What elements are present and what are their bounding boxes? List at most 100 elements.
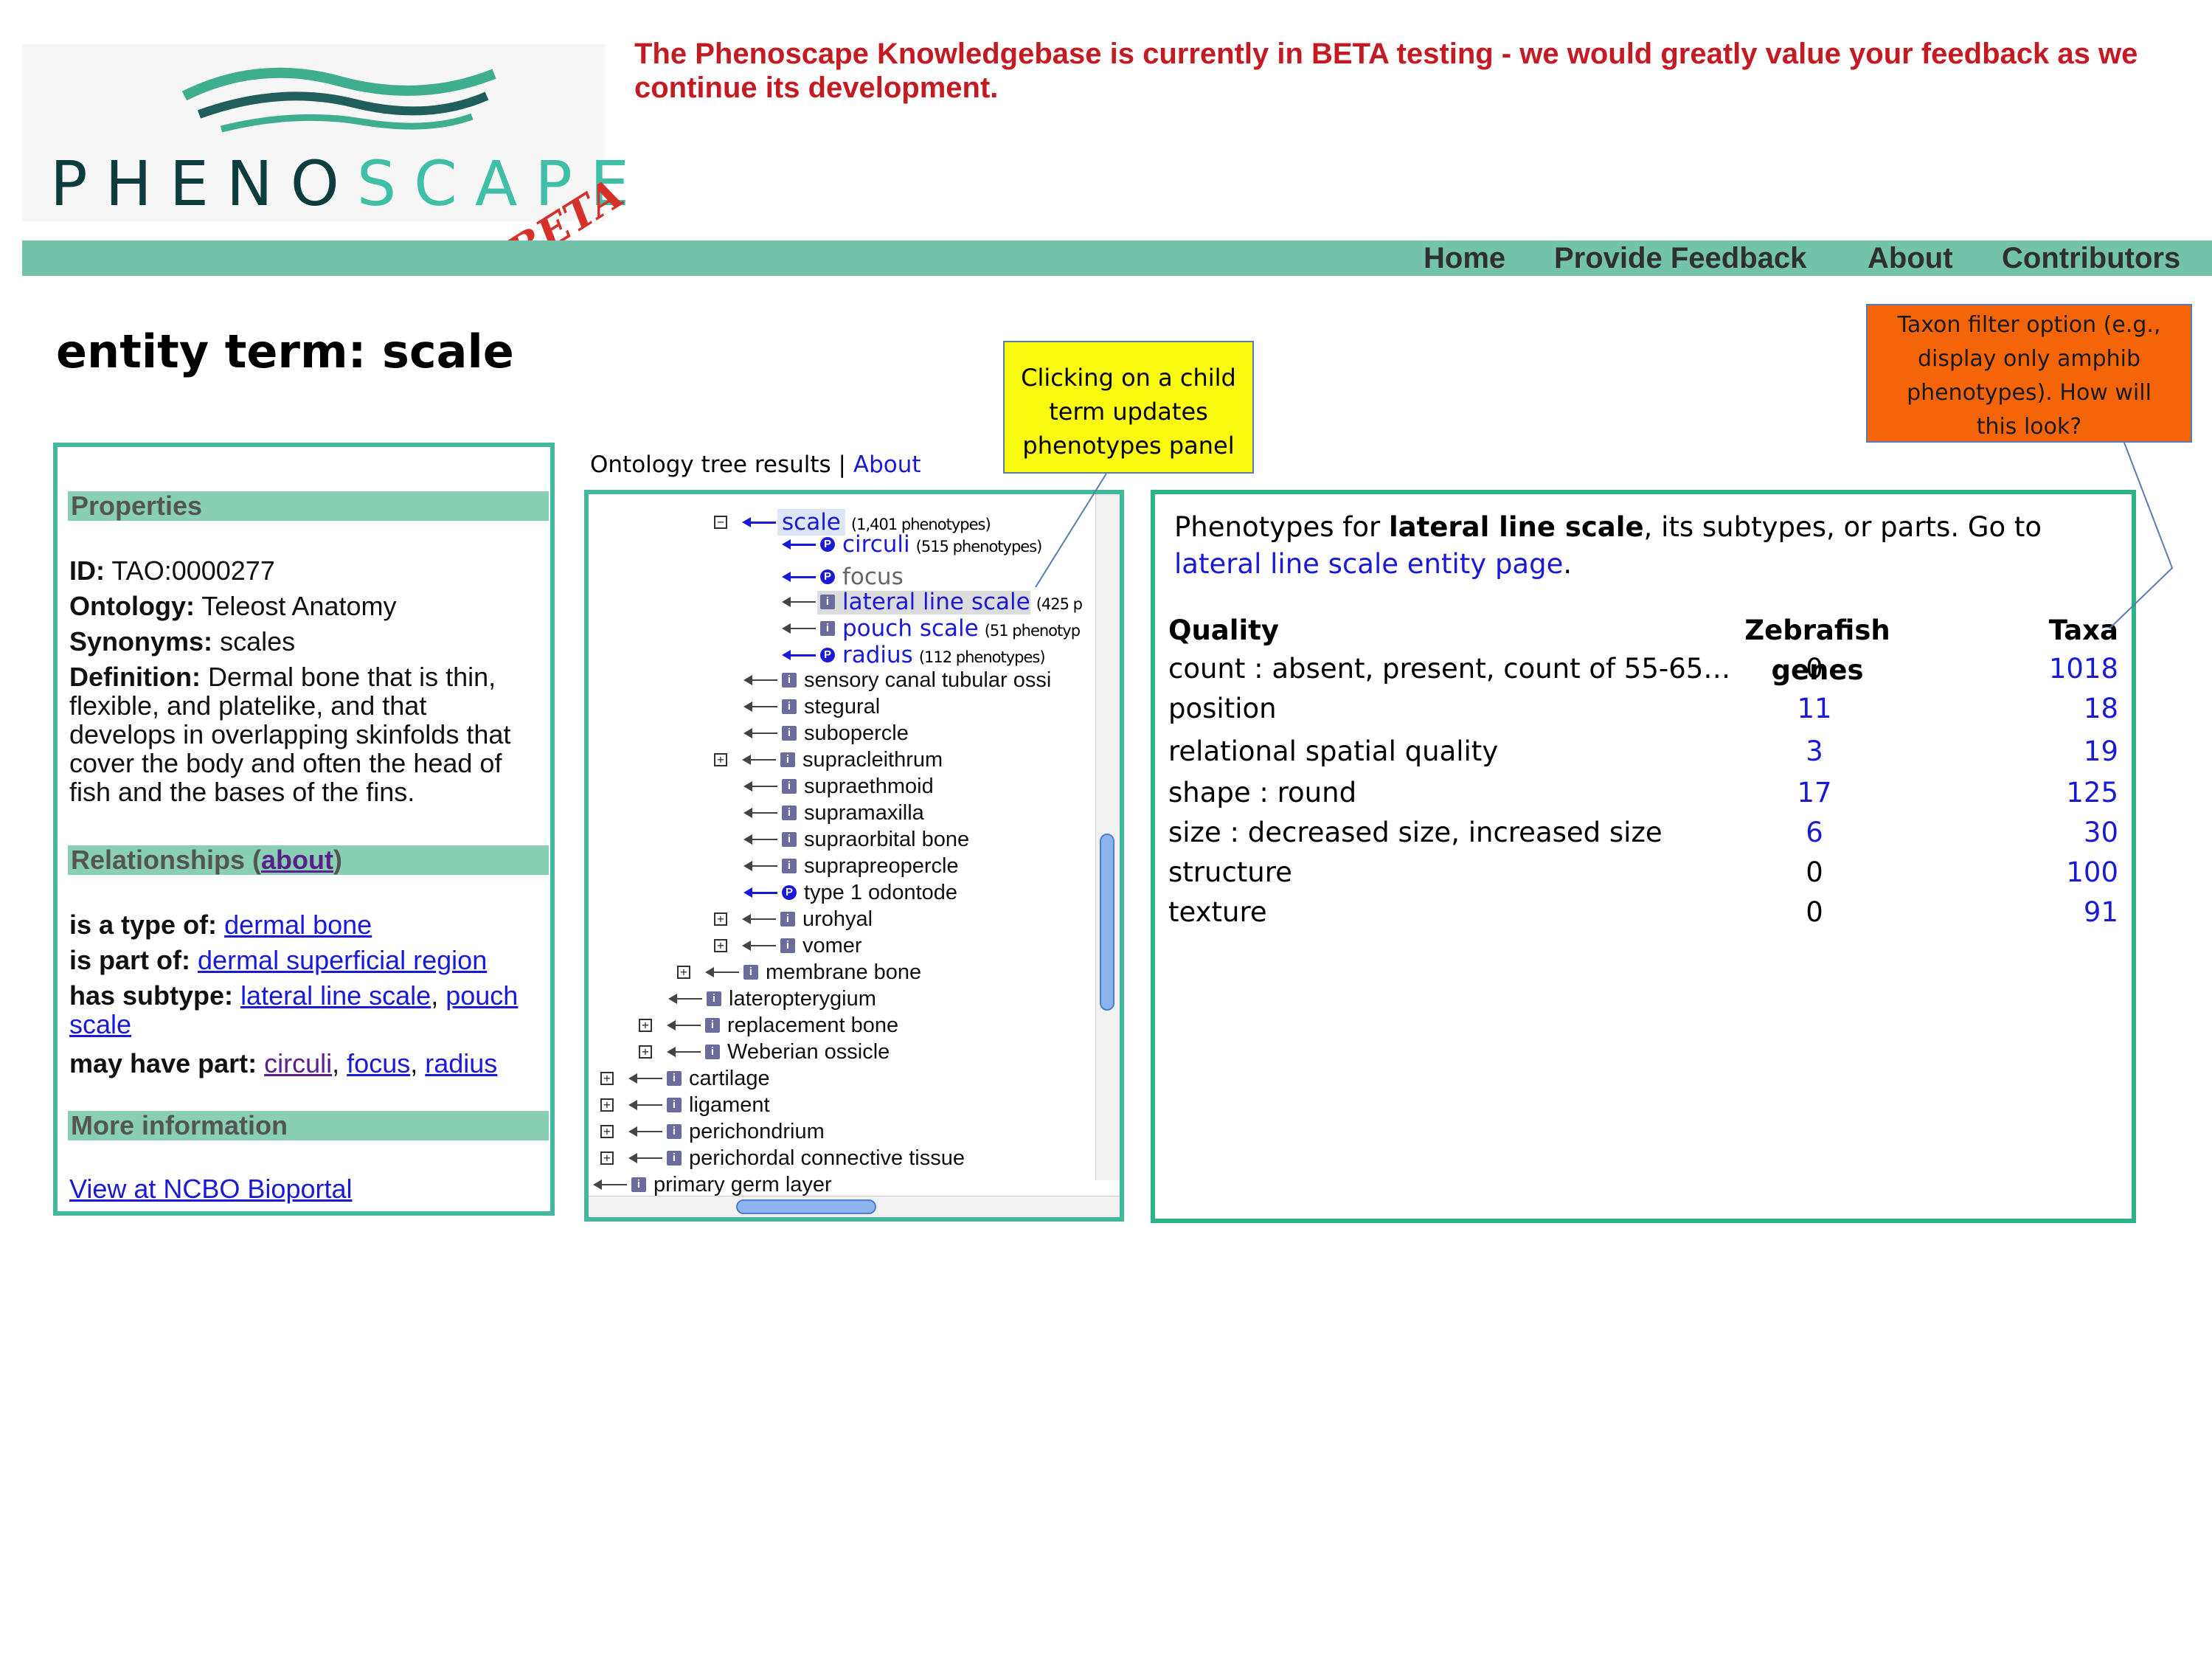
tree-node-vomer[interactable]: + i vomer: [714, 932, 862, 959]
taxa-link[interactable]: 100: [1906, 853, 2127, 893]
tree-node-lateral-line-scale[interactable]: i lateral line scale (425 p: [782, 589, 1083, 615]
tree-node-supraethmoid[interactable]: i supraethmoid: [743, 773, 934, 800]
radius-link[interactable]: radius: [425, 1048, 497, 1078]
tree-node-perichordal-connective-tissue[interactable]: + i perichordal connective tissue: [600, 1145, 965, 1171]
callout-taxon-filter: Taxon filter option (e.g., display only a…: [1866, 304, 2192, 443]
tree-node-supracleithrum[interactable]: + i supracleithrum: [714, 747, 943, 773]
tree-node-perichondrium[interactable]: + i perichondrium: [600, 1118, 825, 1145]
dermal-bone-link[interactable]: dermal bone: [224, 910, 372, 940]
table-row: structure 0 100: [1168, 853, 2127, 893]
lateral-line-scale-link[interactable]: lateral line scale: [240, 980, 431, 1011]
has-subtype-row: has subtype: lateral line scale, pouch sc…: [69, 980, 519, 1039]
collapse-icon[interactable]: −: [714, 516, 727, 529]
synonyms-row: Synonyms: scales: [69, 626, 296, 657]
tree-node-membrane-bone[interactable]: + i membrane bone: [677, 959, 921, 986]
tree-node-replacement-bone[interactable]: + i replacement bone: [639, 1012, 898, 1039]
table-row: relational spatial quality 3 19: [1168, 732, 2127, 772]
logo-banner: PHENOSCAPE BETA: [22, 44, 631, 278]
expand-icon[interactable]: +: [600, 1072, 614, 1085]
col-taxa: Taxa: [2048, 614, 2118, 646]
taxa-link[interactable]: 19: [1906, 732, 2127, 772]
tree-vertical-scrollbar[interactable]: [1095, 494, 1120, 1180]
expand-icon[interactable]: +: [600, 1151, 614, 1165]
genes-link[interactable]: 6: [1748, 813, 1881, 853]
table-row: position 11 18: [1168, 689, 2127, 729]
table-row: shape : round 17 125: [1168, 773, 2127, 813]
scroll-thumb[interactable]: [1100, 834, 1114, 1011]
table-row: size : decreased size, increased size 6 30: [1168, 813, 2127, 853]
beta-message: The Phenoscape Knowledgebase is currentl…: [634, 38, 2138, 104]
tree-horizontal-scrollbar[interactable]: [589, 1196, 1120, 1217]
relationships-about-link[interactable]: about: [261, 845, 333, 875]
tree-about-link[interactable]: About: [853, 451, 921, 478]
table-row: texture 0 91: [1168, 893, 2127, 932]
arrow-icon: [742, 509, 777, 536]
expand-icon[interactable]: +: [714, 912, 727, 926]
callout-child-term: Clicking on a child term updates phenotype…: [1003, 341, 1254, 474]
taxa-link[interactable]: 1018: [1906, 649, 2127, 689]
tree-header: Ontology tree results | About: [590, 451, 921, 478]
properties-panel: Properties ID: TAO:0000277 Ontology: Tel…: [53, 443, 555, 1216]
id-row: ID: TAO:0000277: [69, 555, 275, 586]
genes-link[interactable]: 11: [1748, 689, 1881, 729]
info-icon: i: [820, 595, 835, 609]
circuli-link[interactable]: circuli: [264, 1048, 332, 1078]
nav-home[interactable]: Home: [1424, 240, 1505, 276]
genes-link[interactable]: 3: [1748, 732, 1881, 772]
expand-icon[interactable]: +: [677, 966, 690, 979]
tree-node-supramaxilla[interactable]: i supramaxilla: [743, 800, 924, 826]
tree-node-stegural[interactable]: i stegural: [743, 693, 880, 720]
definition-row: Definition: Dermal bone that is thin, fl…: [69, 662, 511, 807]
dermal-superficial-region-link[interactable]: dermal superficial region: [198, 945, 487, 975]
genes-link[interactable]: 17: [1748, 773, 1881, 813]
pouch-scale-link-cont[interactable]: scale: [69, 1009, 131, 1039]
nav-about[interactable]: About: [1868, 240, 1953, 276]
tree-node-cartilage[interactable]: + i cartilage: [600, 1065, 770, 1092]
nav-provide-feedback[interactable]: Provide Feedback: [1554, 240, 1806, 276]
scroll-thumb[interactable]: [736, 1199, 876, 1214]
expand-icon[interactable]: +: [714, 939, 727, 952]
table-row: count : absent, present, count of 55-65……: [1168, 649, 2127, 689]
expand-icon[interactable]: +: [600, 1125, 614, 1138]
waves-logo-icon: [181, 67, 496, 133]
expand-icon[interactable]: +: [714, 753, 727, 766]
col-quality: Quality: [1168, 614, 1279, 646]
phenotypes-intro: Phenotypes for lateral line scale, its s…: [1174, 511, 2042, 580]
tree-node-circuli[interactable]: Pcirculi (515 phenotypes): [782, 531, 1042, 558]
tree-node-lateropterygium[interactable]: i lateropterygium: [668, 986, 876, 1012]
taxa-link[interactable]: 125: [1906, 773, 2127, 813]
tree-node-pouch-scale[interactable]: i pouch scale (51 phenotyp: [782, 615, 1081, 642]
tree-node-focus[interactable]: Pfocus: [782, 564, 904, 590]
type-of-row: is a type of: dermal bone: [69, 910, 372, 940]
tree-node-subopercle[interactable]: i subopercle: [743, 720, 909, 747]
entity-page-link[interactable]: lateral line scale entity page: [1174, 548, 1563, 580]
tree-node-urohyal[interactable]: + i urohyal: [714, 906, 873, 932]
tree-node-suprapreopercle[interactable]: i suprapreopercle: [743, 853, 959, 879]
phenotype-icon: P: [820, 537, 835, 552]
phenotype-icon: P: [782, 885, 797, 900]
tree-node-type-1-odontode[interactable]: Ptype 1 odontode: [743, 879, 957, 906]
taxa-link[interactable]: 30: [1906, 813, 2127, 853]
expand-icon[interactable]: +: [639, 1045, 652, 1059]
expand-icon[interactable]: +: [600, 1098, 614, 1112]
taxa-link[interactable]: 91: [1906, 893, 2127, 932]
more-info-heading: More information: [68, 1111, 549, 1140]
ontology-tree: − scale (1,401 phenotypes) Pcirculi (515 ph…: [584, 490, 1124, 1222]
tree-node-weberian-ossicle[interactable]: + i Weberian ossicle: [639, 1039, 890, 1065]
tree-node-radius[interactable]: Pradius (112 phenotypes): [782, 642, 1046, 668]
tree-node-sensory-canal[interactable]: i sensory canal tubular ossi: [743, 667, 1051, 693]
tree-node-ligament[interactable]: + i ligament: [600, 1092, 770, 1118]
ncbo-row: View at NCBO Bioportal: [69, 1174, 556, 1203]
nav-contributors[interactable]: Contributors: [2002, 240, 2180, 276]
expand-icon[interactable]: +: [639, 1019, 652, 1032]
page-title: entity term: scale: [56, 325, 514, 378]
phenotypes-panel: Phenotypes for lateral line scale, its s…: [1151, 490, 2136, 1223]
tree-node-primary-germ-layer[interactable]: i primary germ layer: [593, 1171, 832, 1198]
taxa-link[interactable]: 18: [1906, 689, 2127, 729]
properties-heading: Properties: [68, 491, 549, 521]
ncbo-bioportal-link[interactable]: View at NCBO Bioportal: [69, 1174, 353, 1204]
part-of-row: is part of: dermal superficial region: [69, 945, 488, 975]
pouch-scale-link[interactable]: pouch: [445, 980, 518, 1011]
tree-node-supraorbital-bone[interactable]: i supraorbital bone: [743, 826, 969, 853]
focus-link[interactable]: focus: [347, 1048, 410, 1078]
